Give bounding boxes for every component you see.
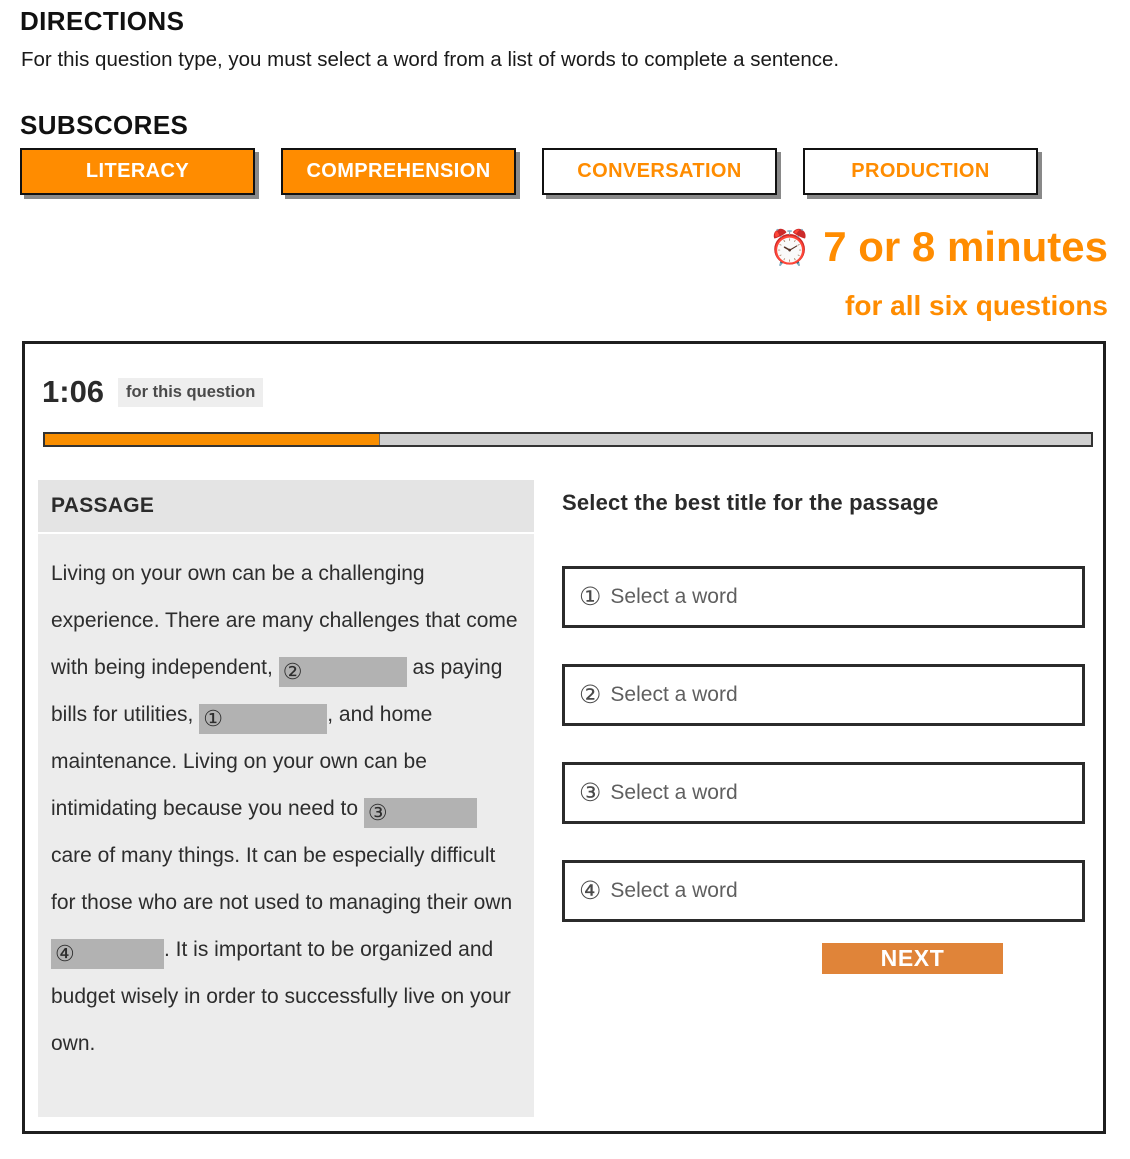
timer-value: 1:06 [42,374,105,409]
subscore-chip-row: LITERACY COMPREHENSION CONVERSATION PROD… [20,148,1110,204]
option-label-4: Select a word [610,879,738,902]
passage-panel: PASSAGE Living on your own can be a chal… [38,480,534,1117]
answer-option-1[interactable]: ① Select a word [562,566,1085,628]
option-label-2: Select a word [610,683,738,706]
subscores-heading: SUBSCORES [20,110,189,140]
passage-blank-④[interactable]: ④ [51,939,164,969]
passage-text-run: care of many things. It can be especiall… [51,844,513,914]
passage-blank-②[interactable]: ② [278,657,407,687]
subscore-chip-production[interactable]: PRODUCTION [803,148,1038,195]
option-number-3: ③ [579,778,602,807]
subscore-chip-conversation[interactable]: CONVERSATION [542,148,777,195]
answer-option-3[interactable]: ③ Select a word [562,762,1085,824]
passage-blank-③[interactable]: ③ [363,798,477,828]
time-callout-sub-text: for all six questions [845,290,1108,321]
option-label-3: Select a word [610,781,738,804]
subscore-chip-comprehension[interactable]: COMPREHENSION [281,148,516,195]
option-number-4: ④ [579,876,602,905]
time-callout-main-text: 7 or 8 minutes [823,223,1108,270]
answer-option-4[interactable]: ④ Select a word [562,860,1085,922]
alarm-clock-icon: ⏰ [768,229,812,267]
directions-heading: DIRECTIONS [20,6,185,36]
passage-header: PASSAGE [38,480,534,534]
subscore-chip-literacy[interactable]: LITERACY [20,148,255,195]
answer-option-2[interactable]: ② Select a word [562,664,1085,726]
question-panel: 1:06 for this question PASSAGE Living on… [22,341,1106,1134]
option-number-1: ① [579,582,602,611]
question-prompt: Select the best title for the passage [562,490,939,515]
timer-progress-track [43,432,1093,447]
question-timer: 1:06 for this question [42,374,264,409]
timer-label: for this question [118,377,264,407]
option-number-2: ② [579,680,602,709]
option-label-1: Select a word [610,585,738,608]
passage-blank-number: ③ [367,800,388,825]
passage-blank-number: ② [282,659,303,684]
passage-blank-number: ① [203,706,223,731]
timer-progress-fill [45,434,380,445]
passage-blank-①[interactable]: ① [199,704,328,734]
time-callout: ⏰ 7 or 8 minutes for all six questions [0,226,1108,322]
next-button[interactable]: NEXT [822,943,1003,974]
time-callout-main-line: ⏰ 7 or 8 minutes [0,226,1108,268]
passage-body: Living on your own can be a challenging … [38,534,534,1067]
directions-body-text: For this question type, you must select … [21,48,840,71]
passage-blank-number: ④ [55,941,75,966]
